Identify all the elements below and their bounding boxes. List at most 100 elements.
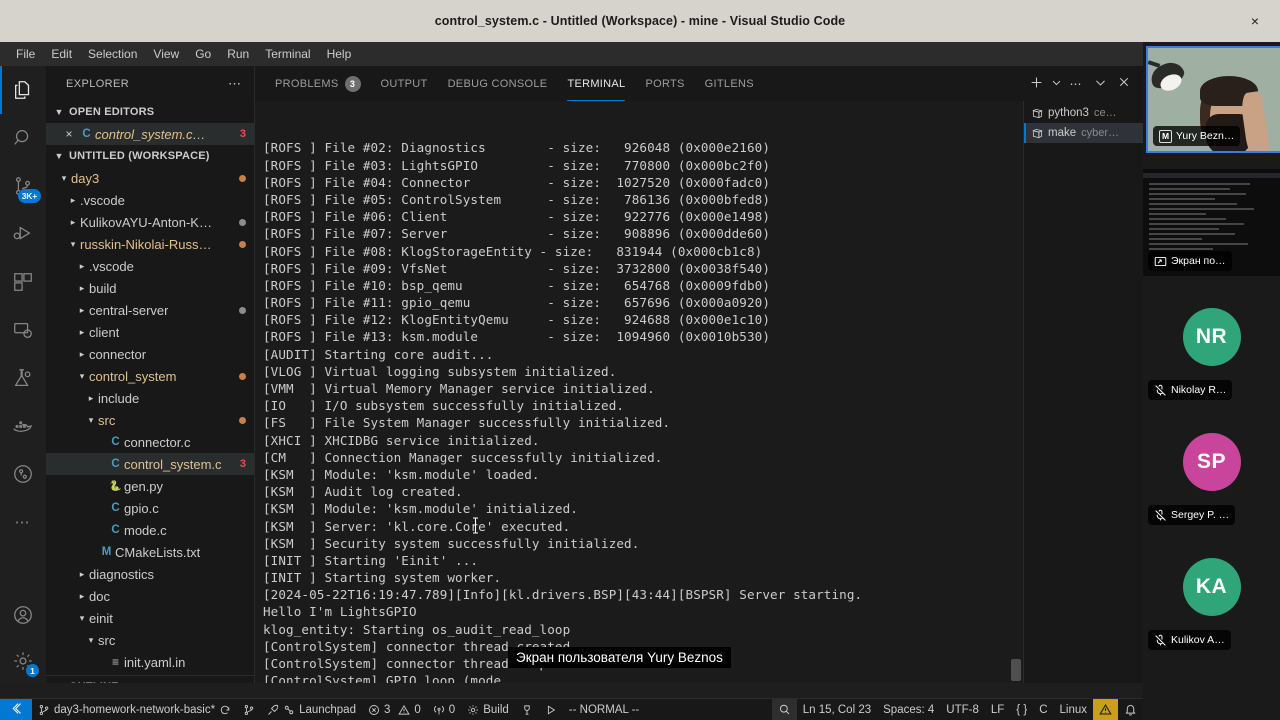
branch-icon	[243, 704, 255, 716]
menu-help[interactable]: Help	[319, 44, 360, 64]
activitybar-more[interactable]: ⋯	[0, 498, 46, 546]
terminal-tab-make[interactable]: make cyber…	[1024, 123, 1143, 143]
terminal-line: [KSM ] Security system successfully init…	[263, 535, 640, 551]
activitybar-remote-explorer[interactable]	[0, 306, 46, 354]
conference-tile-sergey[interactable]: SP Sergey P. …	[1143, 407, 1280, 530]
terminal-scrollbar[interactable]	[1009, 101, 1023, 683]
menu-selection[interactable]: Selection	[80, 44, 145, 64]
terminal-scrollbar-thumb[interactable]	[1011, 659, 1021, 681]
menu-go[interactable]: Go	[187, 44, 219, 64]
status-eol[interactable]: LF	[985, 699, 1010, 720]
activitybar-extensions[interactable]	[0, 258, 46, 306]
new-terminal-button[interactable]	[1025, 73, 1047, 95]
activitybar-search[interactable]	[0, 114, 46, 162]
close-icon[interactable]: ×	[60, 127, 78, 141]
terminal-output[interactable]: [ROFS ] File #02: Diagnostics - size: 92…	[255, 101, 1023, 683]
sidebar-more-button[interactable]: ⋯	[228, 76, 242, 92]
menu-view[interactable]: View	[145, 44, 187, 64]
window-close-button[interactable]: ×	[1246, 12, 1264, 30]
conference-tile-kulikov[interactable]: KA Kulikov A…	[1143, 532, 1280, 655]
tree-item-label: build	[89, 280, 117, 296]
tree-file-row[interactable]: Cgpio.c	[46, 497, 254, 519]
status-branch[interactable]: day3-homework-network-basic*	[32, 699, 237, 720]
tab-problems[interactable]: PROBLEMS 3	[265, 66, 371, 101]
tree-file-row[interactable]: M CMakeLists.txt	[46, 541, 254, 563]
tree-folder-row[interactable]: ▾ einit	[46, 607, 254, 629]
status-cmake-kit[interactable]	[515, 699, 539, 720]
tree-file-row[interactable]: Ccontrol_system.c 3	[46, 453, 254, 475]
menu-file[interactable]: File	[8, 44, 43, 64]
activitybar-gitlens[interactable]	[0, 450, 46, 498]
tree-file-row[interactable]: ≡ init.yaml.in	[46, 651, 254, 673]
activitybar-settings[interactable]: 1	[0, 639, 46, 683]
tree-folder-row[interactable]: ▾ control_system	[46, 365, 254, 387]
tree-folder-row[interactable]: ▸ client	[46, 321, 254, 343]
tree-file-row[interactable]: 🐍 gen.py	[46, 475, 254, 497]
tree-folder-row[interactable]: ▸ .vscode	[46, 189, 254, 211]
tab-gitlens[interactable]: GITLENS	[695, 66, 764, 101]
activitybar-run-debug[interactable]	[0, 210, 46, 258]
section-workspace[interactable]: ▼ UNTITLED (WORKSPACE)	[46, 145, 254, 167]
status-problems[interactable]: 3 0	[362, 699, 427, 720]
section-outline[interactable]: ▶ OUTLINE	[46, 675, 254, 683]
status-braces[interactable]: { }	[1010, 699, 1033, 720]
tree-file-row[interactable]: Cmode.c	[46, 519, 254, 541]
tree-folder-row[interactable]: ▸ build	[46, 277, 254, 299]
terminal-line: [ROFS ] File #05: ControlSystem - size: …	[263, 191, 771, 207]
tab-ports[interactable]: PORTS	[635, 66, 694, 101]
tree-folder-row[interactable]: ▸ include	[46, 387, 254, 409]
menu-terminal[interactable]: Terminal	[257, 44, 318, 64]
tab-debug-console-label: DEBUG CONSOLE	[447, 77, 548, 90]
tree-folder-row[interactable]: ▾ russkin-Nikolai-Russ…	[46, 233, 254, 255]
vscode-window: control_system.c - Untitled (Workspace) …	[0, 0, 1280, 720]
eol-label: LF	[990, 703, 1005, 716]
tab-output[interactable]: OUTPUT	[371, 66, 438, 101]
panel-close-button[interactable]	[1113, 73, 1135, 95]
sidebar-title: EXPLORER	[66, 77, 130, 90]
status-notifications[interactable]	[1118, 699, 1143, 720]
tree-folder-row[interactable]: ▸ diagnostics	[46, 563, 254, 585]
section-open-editors[interactable]: ▼ OPEN EDITORS	[46, 101, 254, 123]
menu-run[interactable]: Run	[219, 44, 257, 64]
tree-file-row[interactable]: Cconnector.c	[46, 431, 254, 453]
conference-tile-screenshare[interactable]: Экран по…	[1143, 169, 1280, 276]
tab-terminal[interactable]: TERMINAL	[557, 66, 635, 101]
tree-folder-row[interactable]: ▸ central-server	[46, 299, 254, 321]
tree-folder-row[interactable]: ▸ doc	[46, 585, 254, 607]
status-language[interactable]: C	[1033, 699, 1053, 720]
conference-tile-nikolay[interactable]: NR Nikolay R…	[1143, 282, 1280, 405]
tab-debug-console[interactable]: DEBUG CONSOLE	[438, 66, 558, 101]
tree-folder-row[interactable]: ▸ KulikovAYU-Anton-K…	[46, 211, 254, 233]
tree-folder-row[interactable]: ▾ src	[46, 409, 254, 431]
status-ports[interactable]: 0	[427, 699, 461, 720]
split-dropdown-button[interactable]	[1049, 73, 1063, 95]
status-launchpad[interactable]: Launchpad	[261, 699, 362, 720]
status-encoding[interactable]: UTF-8	[940, 699, 985, 720]
activitybar-source-control[interactable]: 3K+	[0, 162, 46, 210]
activitybar-docker[interactable]	[0, 402, 46, 450]
panel-maximize-button[interactable]	[1089, 73, 1111, 95]
status-platform[interactable]: Linux	[1054, 699, 1094, 720]
status-warning-indicator[interactable]	[1093, 698, 1118, 720]
status-build[interactable]: Build	[461, 699, 515, 720]
status-run[interactable]	[539, 699, 563, 720]
activitybar-explorer[interactable]	[0, 66, 46, 114]
panel-more-button[interactable]: ⋯	[1065, 73, 1087, 95]
terminal-line: [VMM ] Virtual Memory Manager service in…	[263, 381, 655, 397]
status-search[interactable]	[771, 698, 797, 720]
activitybar-accounts[interactable]	[0, 591, 46, 639]
activitybar-testing[interactable]	[0, 354, 46, 402]
open-editor-item[interactable]: × C control_system.c… 3	[46, 123, 254, 145]
tree-folder-row[interactable]: ▾ src	[46, 629, 254, 651]
status-branch-extra[interactable]	[237, 699, 261, 720]
terminal-tab-python3[interactable]: python3 ce…	[1024, 103, 1143, 123]
tree-folder-row[interactable]: ▸ connector	[46, 343, 254, 365]
terminal-line: [KSM ] Module: 'ksm.module' initialized.	[263, 501, 578, 517]
remote-window-button[interactable]	[0, 698, 32, 720]
menu-edit[interactable]: Edit	[43, 44, 80, 64]
conference-tile-camera[interactable]: M Yury Bezn…	[1146, 46, 1280, 153]
status-cursor-position[interactable]: Ln 15, Col 23	[797, 699, 877, 720]
status-indentation[interactable]: Spaces: 4	[877, 699, 940, 720]
tree-folder-row[interactable]: ▾ day3	[46, 167, 254, 189]
tree-folder-row[interactable]: ▸ .vscode	[46, 255, 254, 277]
